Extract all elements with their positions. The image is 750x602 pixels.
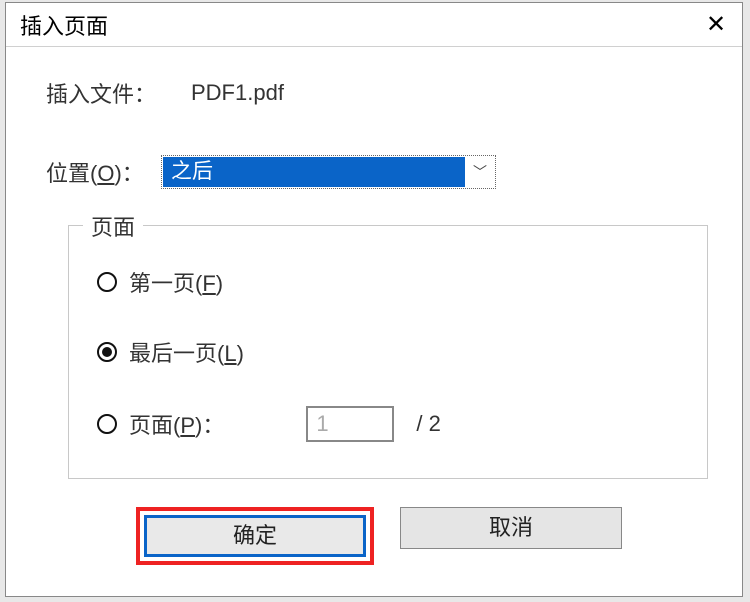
- page-legend: 页面: [83, 210, 143, 242]
- file-row: 插入文件： PDF1.pdf: [46, 77, 712, 109]
- close-icon[interactable]: ✕: [696, 5, 736, 45]
- file-name: PDF1.pdf: [191, 80, 284, 106]
- radio-page-label: 页面(P)：: [129, 408, 224, 440]
- radio-first-label: 第一页(F): [129, 266, 223, 298]
- ok-button[interactable]: 确定: [144, 515, 366, 557]
- titlebar: 插入页面 ✕: [6, 3, 742, 47]
- position-label: 位置(O)：: [46, 156, 161, 188]
- file-label: 插入文件：: [46, 77, 191, 109]
- page-total: / 2: [416, 411, 440, 437]
- button-row: 确定 取消: [46, 507, 712, 565]
- radio-icon: [97, 272, 117, 292]
- radio-icon: [97, 342, 117, 362]
- position-selected: 之后: [163, 157, 465, 187]
- position-row: 位置(O)： 之后 ﹀: [46, 155, 712, 189]
- insert-page-dialog: 插入页面 ✕ 插入文件： PDF1.pdf 位置(O)： 之后 ﹀ 页面 第一页…: [5, 2, 743, 597]
- chevron-down-icon: ﹀: [465, 157, 495, 187]
- page-fieldset: 页面 第一页(F) 最后一页(L) 页面(P)： 1 / 2: [68, 225, 708, 479]
- radio-last-page[interactable]: 最后一页(L): [97, 336, 683, 368]
- cancel-button[interactable]: 取消: [400, 507, 622, 549]
- radio-last-label: 最后一页(L): [129, 336, 244, 368]
- ok-highlight: 确定: [136, 507, 374, 565]
- radio-first-page[interactable]: 第一页(F): [97, 266, 683, 298]
- radio-icon: [97, 414, 117, 434]
- dialog-title: 插入页面: [20, 9, 108, 41]
- position-combobox[interactable]: 之后 ﹀: [161, 155, 496, 189]
- page-number-input[interactable]: 1: [306, 406, 394, 442]
- radio-page-number[interactable]: 页面(P)： 1 / 2: [97, 406, 683, 442]
- dialog-body: 插入文件： PDF1.pdf 位置(O)： 之后 ﹀ 页面 第一页(F): [6, 47, 742, 585]
